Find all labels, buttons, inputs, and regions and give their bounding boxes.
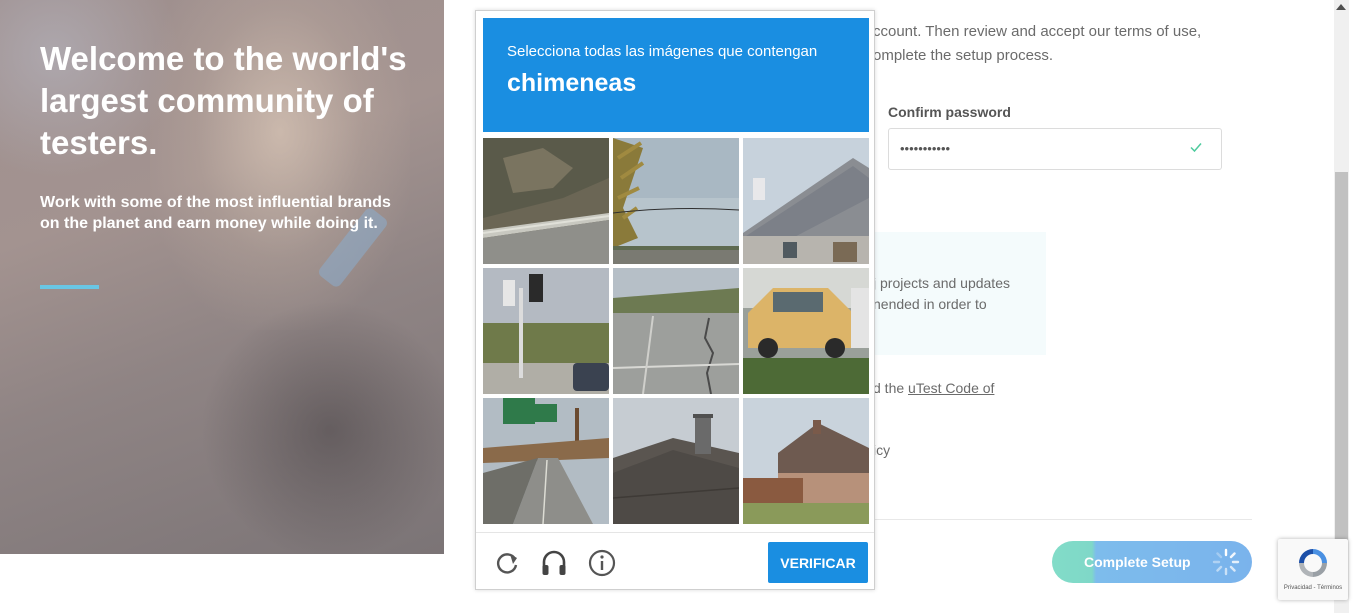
verify-button[interactable]: VERIFICAR	[768, 542, 868, 583]
captcha-image-grid	[483, 138, 869, 524]
captcha-footer-divider	[476, 532, 874, 533]
tile-brick-house[interactable]	[743, 398, 869, 524]
recaptcha-logo-icon	[1299, 549, 1327, 577]
code-of-conduct-link[interactable]: uTest Code of	[908, 380, 994, 396]
tile-traffic-light[interactable]	[483, 268, 609, 394]
tile-roof-chimney[interactable]	[613, 398, 739, 524]
complete-setup-button[interactable]: Complete Setup	[1052, 541, 1252, 583]
info-text: j projects and updates nended in order t…	[873, 275, 1010, 312]
hero-divider	[40, 285, 99, 289]
tile-taxi[interactable]	[743, 268, 869, 394]
confirm-password-value: •••••••••••	[900, 141, 951, 156]
tile-road-crack[interactable]	[613, 268, 739, 394]
agree-text: d the uTest Code of	[873, 380, 995, 396]
recaptcha-links[interactable]: Privacidad - Términos	[1278, 585, 1348, 591]
captcha-header: Selecciona todas las imágenes que conten…	[483, 18, 869, 132]
scrollbar-thumb[interactable]	[1335, 172, 1348, 542]
page: Welcome to the world's largest community…	[0, 0, 1366, 613]
confirm-password-field[interactable]: •••••••••••	[888, 128, 1222, 170]
info-icon[interactable]	[587, 548, 617, 578]
recaptcha-badge[interactable]: Privacidad - Términos	[1278, 539, 1348, 600]
reload-icon[interactable]	[492, 548, 522, 578]
captcha-instruction: Selecciona todas las imágenes que conten…	[507, 43, 818, 60]
audio-challenge-icon[interactable]	[539, 548, 569, 578]
hero-title: Welcome to the world's largest community…	[40, 40, 407, 161]
intro-text-line1: ccount. Then review and accept our terms…	[873, 23, 1202, 40]
captcha-target: chimeneas	[507, 69, 637, 97]
captcha-challenge: Selecciona todas las imágenes que conten…	[475, 10, 875, 590]
form-divider	[873, 519, 1252, 520]
hero-panel: Welcome to the world's largest community…	[0, 0, 444, 554]
scroll-up-arrow-icon[interactable]	[1336, 4, 1346, 10]
tile-house-roof-chimney[interactable]	[743, 138, 869, 264]
tile-palm-sky[interactable]	[613, 138, 739, 264]
loading-spinner-icon	[1212, 548, 1240, 576]
hero-subtitle: Work with some of the most influential b…	[40, 194, 391, 232]
complete-setup-label: Complete Setup	[1084, 554, 1191, 570]
checkmark-icon	[1190, 143, 1202, 153]
tile-highway-sign[interactable]	[483, 398, 609, 524]
tile-hillside-road[interactable]	[483, 138, 609, 264]
intro-text-line2: omplete the setup process.	[873, 47, 1054, 64]
policy-text: icy	[873, 442, 891, 458]
confirm-password-label: Confirm password	[888, 104, 1011, 120]
